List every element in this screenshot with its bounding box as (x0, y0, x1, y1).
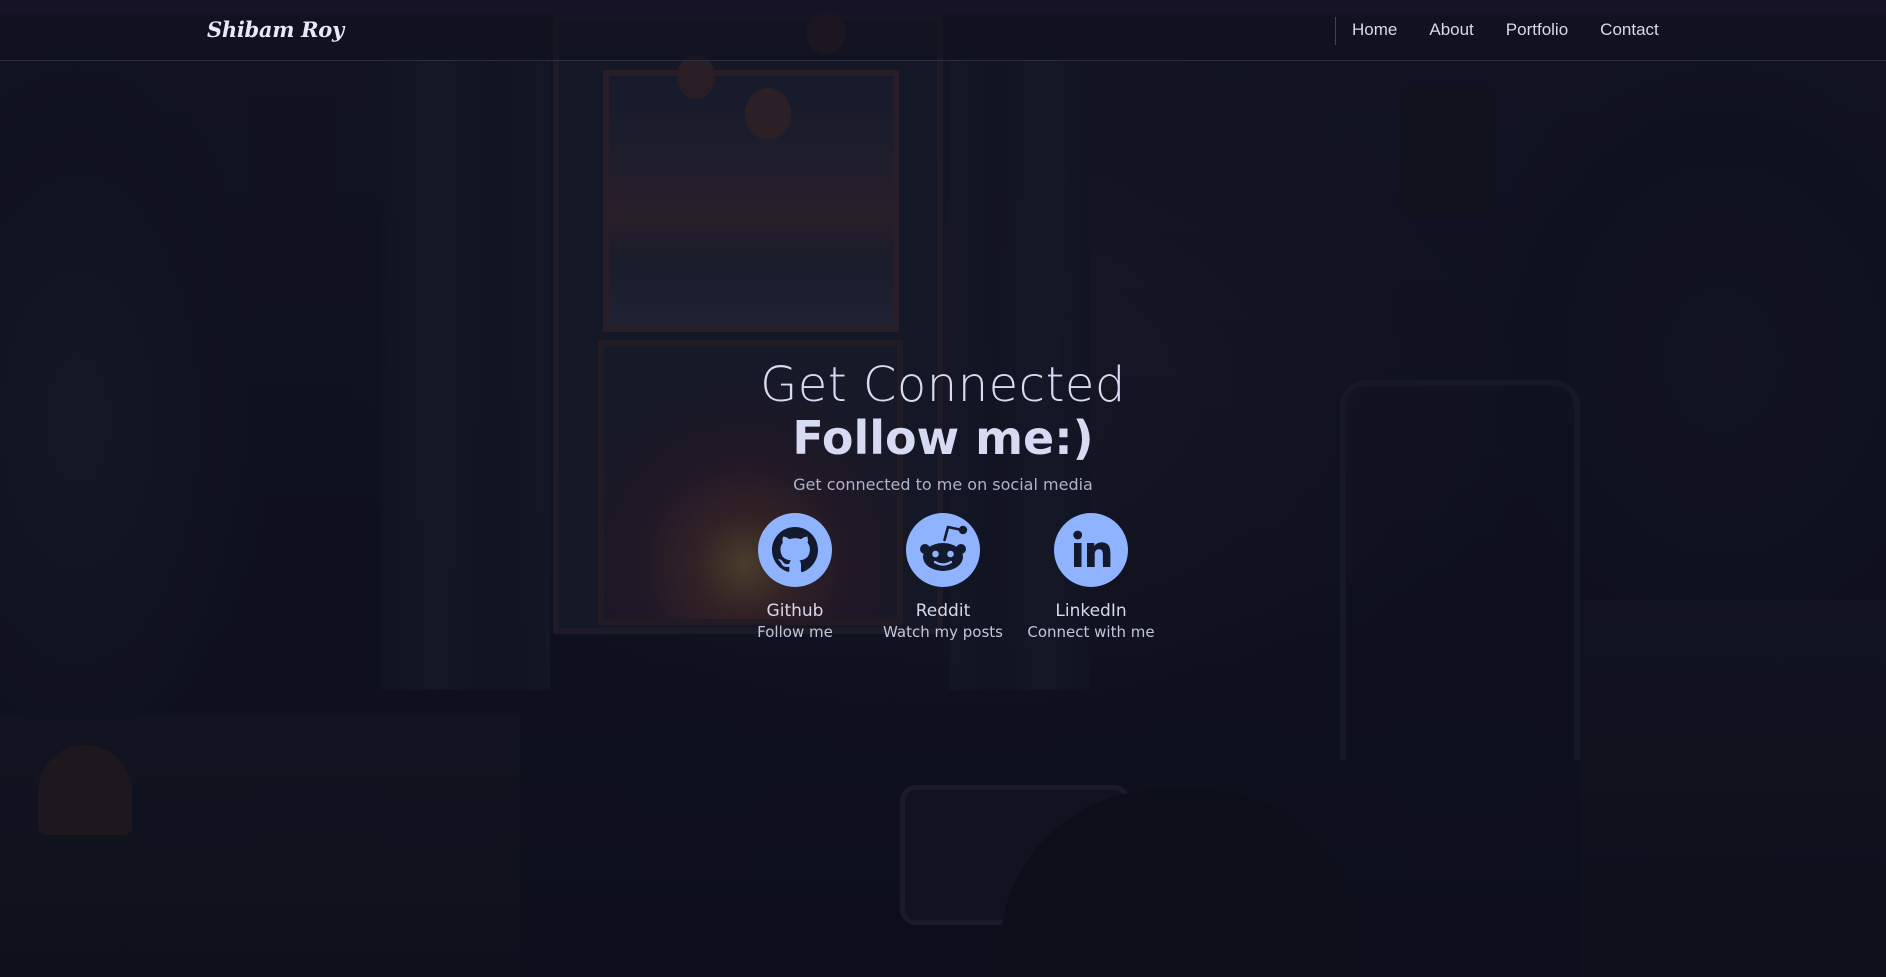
hero-title: Get Connected (760, 357, 1126, 413)
hero-section: Get Connected Follow me:) Get connected … (0, 355, 1886, 494)
navbar: Shibam Roy Home About Portfolio Contact (0, 0, 1886, 61)
linkedin-icon (1054, 513, 1128, 587)
social-caption-linkedin: Connect with me (1027, 623, 1155, 641)
nav-divider (1335, 17, 1336, 45)
social-name-reddit: Reddit (915, 601, 971, 621)
hero-subtitle: Follow me:) (792, 411, 1094, 465)
hero-description: Get connected to me on social media (793, 475, 1093, 494)
github-icon (758, 513, 832, 587)
social-links: Github Follow me Reddit Watch my posts L… (0, 513, 1886, 653)
social-name-linkedin: LinkedIn (1055, 601, 1127, 621)
social-caption-github: Follow me (757, 623, 833, 641)
social-name-github: Github (766, 601, 824, 621)
social-link-github[interactable]: Github Follow me (715, 513, 875, 641)
social-caption-reddit: Watch my posts (883, 623, 1003, 641)
nav-link-home[interactable]: Home (1352, 20, 1397, 40)
social-link-linkedin[interactable]: LinkedIn Connect with me (1011, 513, 1171, 641)
brand-logo[interactable]: Shibam Roy (207, 17, 344, 42)
nav-links: Home About Portfolio Contact (1352, 20, 1659, 40)
nav-link-portfolio[interactable]: Portfolio (1506, 20, 1568, 40)
reddit-icon (906, 513, 980, 587)
social-page: Shibam Roy Home About Portfolio Contact … (0, 0, 1886, 977)
nav-link-about[interactable]: About (1429, 20, 1473, 40)
social-link-reddit[interactable]: Reddit Watch my posts (863, 513, 1023, 641)
nav-link-contact[interactable]: Contact (1600, 20, 1659, 40)
